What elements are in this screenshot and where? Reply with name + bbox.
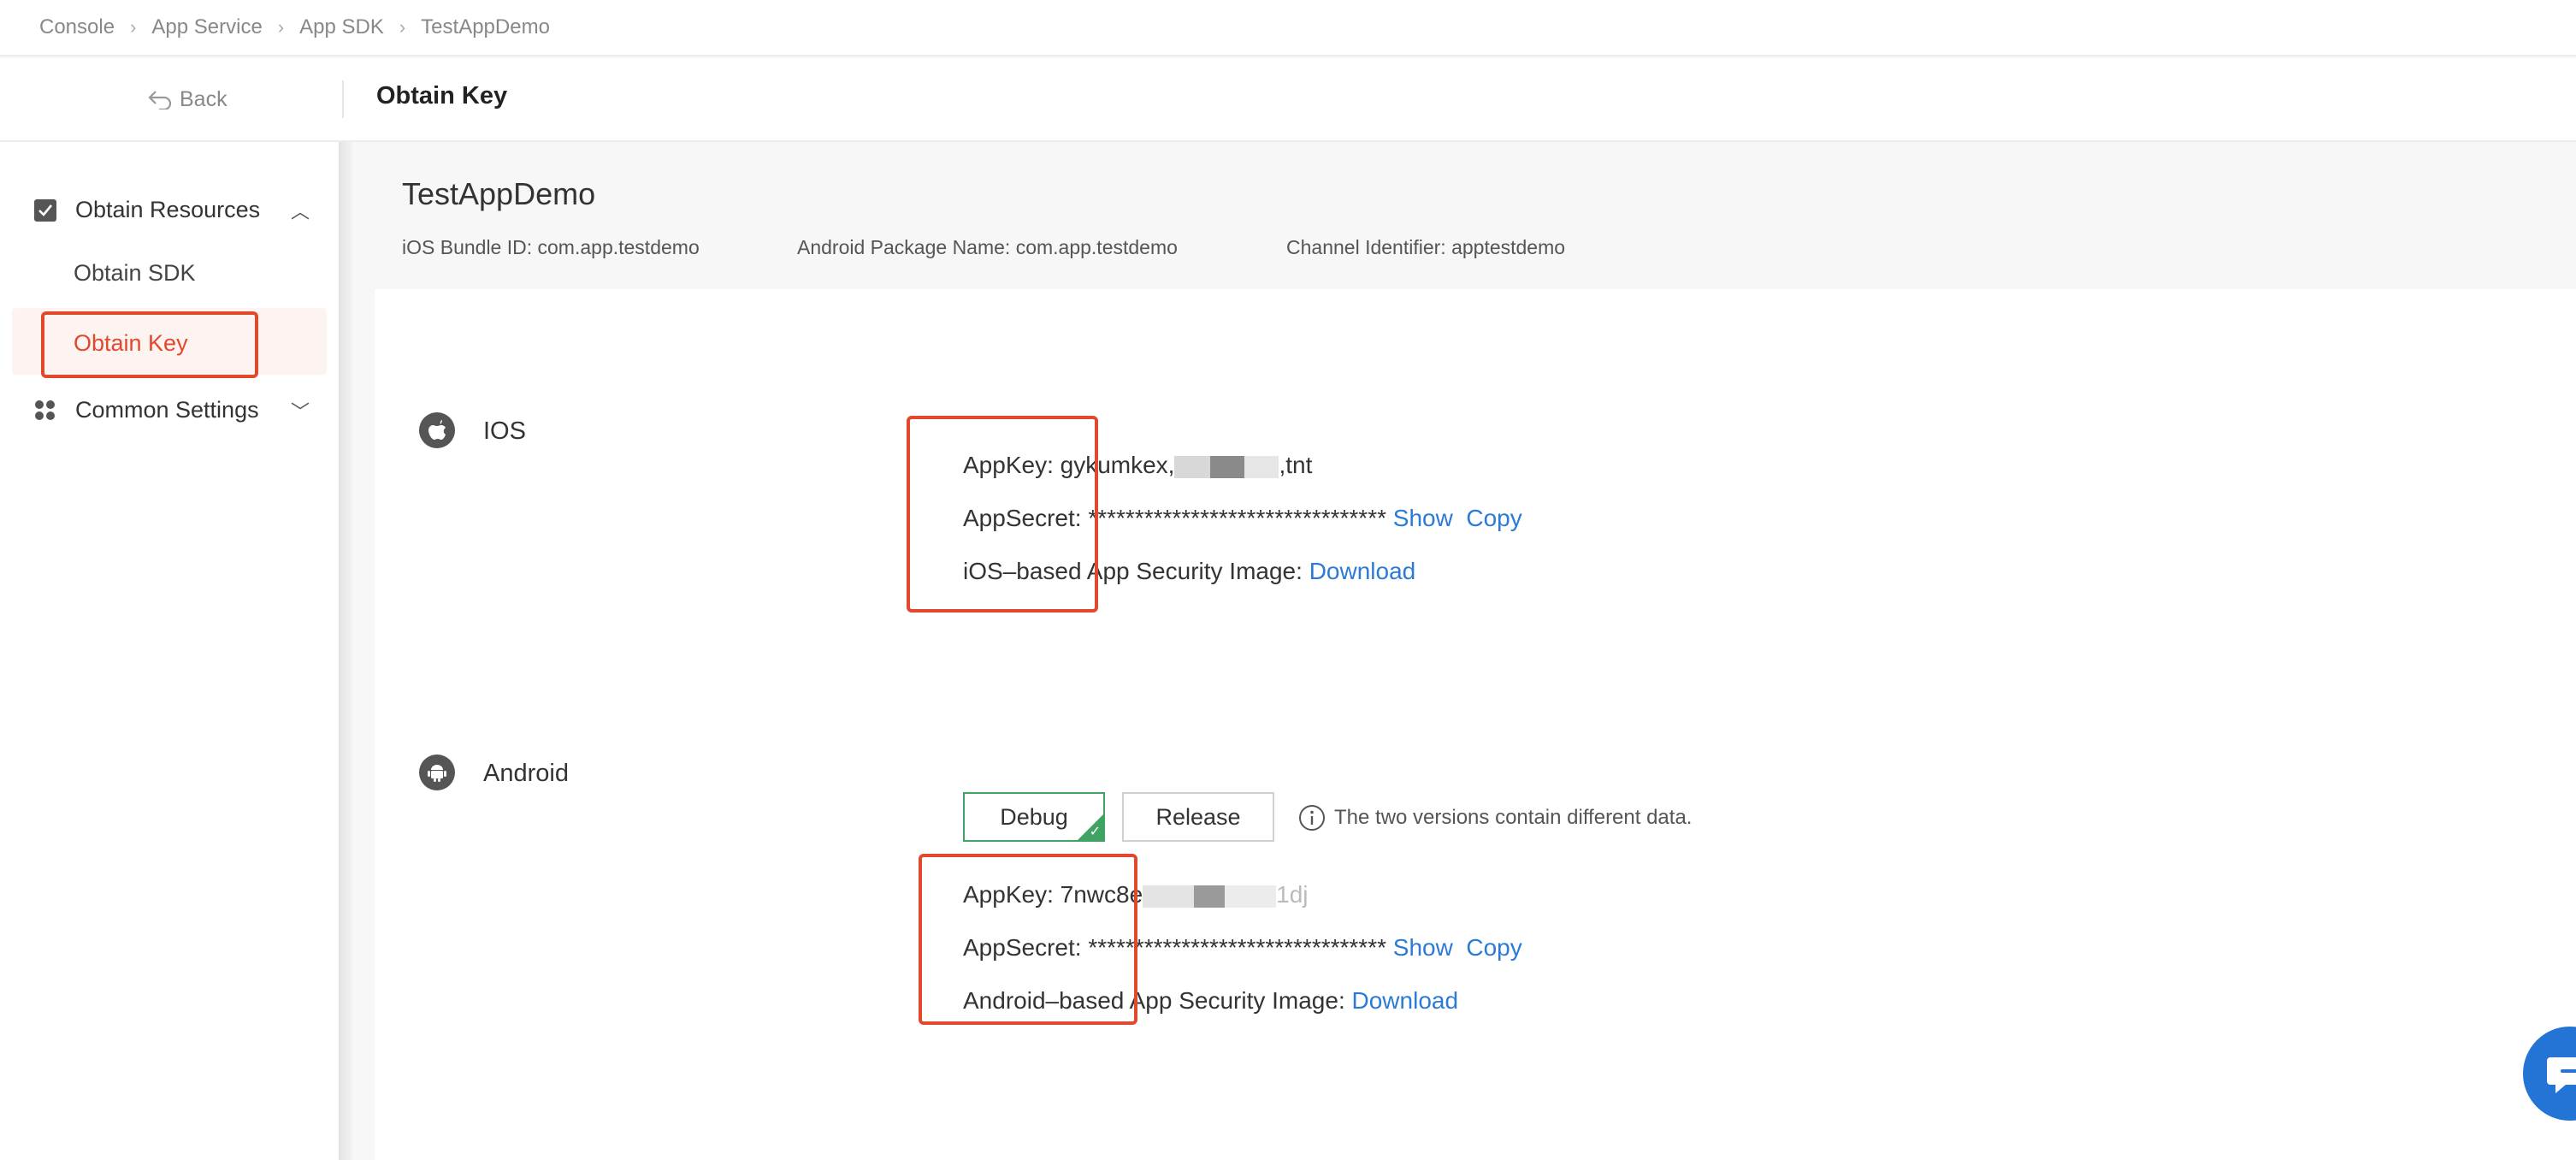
redacted-block bbox=[1174, 455, 1211, 478]
sidebar-group-label: Common Settings bbox=[75, 397, 259, 423]
highlight-box-ios-keys bbox=[907, 416, 1098, 613]
breadcrumb-app-service[interactable]: App Service bbox=[151, 15, 262, 39]
versions-info: The two versions contain different data. bbox=[1298, 804, 1692, 832]
android-appkey-value-end: 1dj bbox=[1276, 881, 1309, 908]
redacted-block bbox=[1225, 885, 1277, 908]
android-platform-label: Android bbox=[483, 760, 569, 787]
info-icon bbox=[1299, 805, 1325, 831]
header-divider bbox=[342, 80, 344, 118]
page-header: Back Obtain Key bbox=[0, 58, 2576, 142]
back-button[interactable]: Back bbox=[147, 84, 227, 115]
checkmark-icon: ✓ bbox=[1089, 825, 1101, 839]
checkbox-icon bbox=[34, 198, 56, 222]
grid-icon bbox=[35, 399, 55, 420]
ios-bundle-id: iOS Bundle ID: com.app.testdemo bbox=[402, 236, 700, 258]
android-copy-secret-link[interactable]: Copy bbox=[1466, 934, 1521, 961]
redacted-block bbox=[1210, 455, 1245, 478]
breadcrumb-console[interactable]: Console bbox=[39, 15, 115, 39]
versions-info-text: The two versions contain different data. bbox=[1334, 806, 1693, 829]
chevron-right-icon: › bbox=[130, 16, 137, 38]
debug-tab-label: Debug bbox=[1000, 803, 1068, 830]
highlight-box-android-keys bbox=[919, 854, 1137, 1025]
sidebar-divider bbox=[339, 142, 352, 1160]
back-arrow-icon bbox=[148, 91, 172, 109]
apple-icon bbox=[419, 412, 455, 448]
breadcrumb-current: TestAppDemo bbox=[421, 15, 550, 38]
sidebar: Obtain Resources ︿ Obtain SDK Obtain Key… bbox=[0, 142, 339, 1160]
android-icon bbox=[419, 755, 455, 790]
back-label: Back bbox=[180, 86, 227, 111]
ios-copy-secret-link[interactable]: Copy bbox=[1466, 505, 1521, 531]
chevron-right-icon: › bbox=[277, 16, 285, 38]
redacted-block bbox=[1244, 455, 1279, 478]
sidebar-group-common-settings[interactable]: Common Settings ﹀ bbox=[34, 397, 310, 423]
app-title: TestAppDemo bbox=[402, 176, 596, 211]
page-title: Obtain Key bbox=[376, 82, 508, 109]
breadcrumb: Console › App Service › App SDK › TestAp… bbox=[0, 0, 2576, 56]
android-package-name: Android Package Name: com.app.testdemo bbox=[797, 236, 1178, 258]
ios-show-secret-link[interactable]: Show bbox=[1393, 505, 1453, 531]
debug-tab-button[interactable]: Debug ✓ bbox=[963, 792, 1105, 842]
redacted-block bbox=[1194, 885, 1226, 908]
release-tab-button[interactable]: Release bbox=[1122, 792, 1274, 842]
sidebar-item-obtain-sdk[interactable]: Obtain SDK bbox=[74, 260, 196, 287]
ios-download-link[interactable]: Download bbox=[1309, 558, 1416, 584]
channel-identifier: Channel Identifier: apptestdemo bbox=[1286, 236, 1566, 258]
ios-platform-label: IOS bbox=[483, 417, 526, 445]
keys-card bbox=[375, 289, 2576, 1160]
chat-icon bbox=[2547, 1057, 2576, 1093]
android-download-link[interactable]: Download bbox=[1352, 987, 1459, 1014]
breadcrumb-app-sdk[interactable]: App SDK bbox=[299, 15, 384, 39]
redacted-block bbox=[1143, 885, 1195, 908]
android-show-secret-link[interactable]: Show bbox=[1393, 934, 1453, 961]
highlight-box-obtain-key bbox=[41, 311, 258, 378]
ios-appsecret-masked: ******************************** bbox=[1088, 505, 1386, 531]
release-tab-label: Release bbox=[1155, 803, 1241, 830]
ios-appkey-value-end: ,tnt bbox=[1279, 452, 1313, 478]
sidebar-group-label: Obtain Resources bbox=[75, 197, 261, 222]
sidebar-group-obtain-resources[interactable]: Obtain Resources ︿ bbox=[34, 197, 310, 223]
chevron-up-icon: ︿ bbox=[291, 200, 310, 222]
chevron-down-icon: ﹀ bbox=[291, 400, 310, 423]
chevron-right-icon: › bbox=[399, 16, 406, 38]
